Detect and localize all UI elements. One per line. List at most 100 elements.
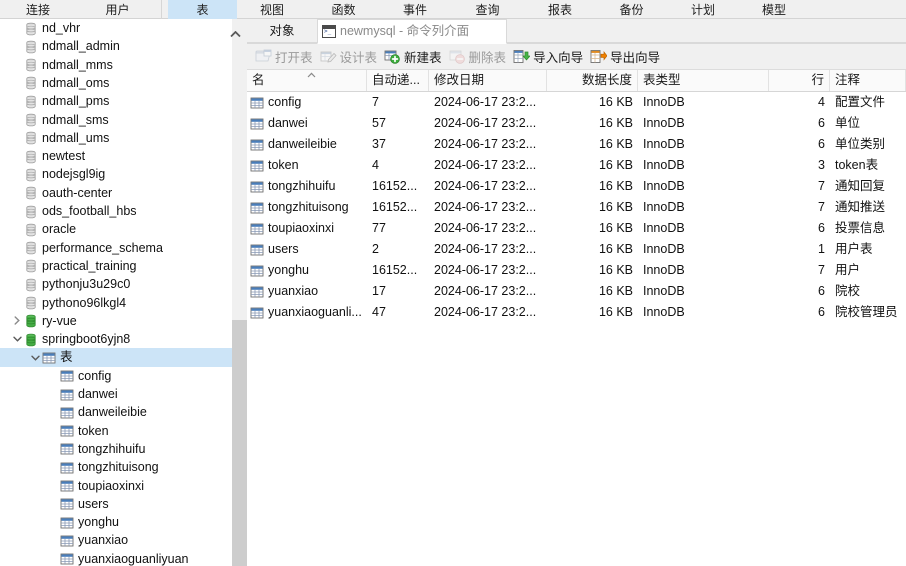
ribbon-tab-query[interactable]: 查询 [450, 0, 525, 19]
ribbon-tab-model[interactable]: 模型 [738, 0, 810, 19]
cell-modified-date: 2024-06-17 23:2... [434, 95, 537, 109]
tree-item-oauth-center[interactable]: oauth-center [0, 184, 232, 202]
open-table-button[interactable]: 打开表 [253, 46, 318, 68]
delete-table-icon [449, 49, 466, 64]
column-header-modified-date[interactable]: 修改日期 [429, 70, 547, 91]
tree-item-danwei[interactable]: danwei [0, 385, 232, 403]
table-row[interactable]: danweileibie 37 2024-06-17 23:2... 16 KB Inn… [247, 134, 906, 155]
chevron-down-icon[interactable] [28, 348, 42, 366]
table-row[interactable]: config 7 2024-06-17 23:2... 16 KB InnoDB 4 配置文… [247, 92, 906, 113]
cell-comment: 通知推送 [835, 200, 886, 214]
tree-item-nd_vhr[interactable]: nd_vhr [0, 19, 232, 37]
ribbon-tab-table[interactable]: 表 [168, 0, 237, 19]
tree-item-nodejsgl9ig[interactable]: nodejsgl9ig [0, 165, 232, 183]
tree-item-config[interactable]: config [0, 367, 232, 385]
table-row[interactable]: token 4 2024-06-17 23:2... 16 KB InnoDB 3 toke… [247, 155, 906, 176]
design-table-button[interactable]: 设计表 [318, 46, 383, 68]
tree-item-ndmall_oms[interactable]: ndmall_oms [0, 74, 232, 92]
column-header-data-length[interactable]: 数据长度 [547, 70, 638, 91]
tree-item-danweileibie[interactable]: danweileibie [0, 403, 232, 421]
database-icon [24, 168, 38, 182]
tab-object[interactable]: 对象 [251, 19, 313, 44]
tree-item-yuanxiao[interactable]: yuanxiao [0, 531, 232, 549]
cell-comment: 用户 [835, 263, 861, 277]
tree-item-ndmall_ums[interactable]: ndmall_ums [0, 129, 232, 147]
tree-item-newtest[interactable]: newtest [0, 147, 232, 165]
cell-auto-increment: 57 [372, 116, 386, 130]
tree-item-performance_schema[interactable]: performance_schema [0, 239, 232, 257]
column-header-table-type[interactable]: 表类型 [638, 70, 769, 91]
tree-item-label: ndmall_sms [42, 112, 109, 127]
new-table-label: 新建表 [404, 51, 442, 65]
database-tree-sidebar[interactable]: nd_vhr ndmall_admin ndmall_mms ndmall_oms nd… [0, 19, 232, 566]
tree-item-users[interactable]: users [0, 495, 232, 513]
table-grid-body[interactable]: config 7 2024-06-17 23:2... 16 KB InnoDB 4 配置文… [247, 92, 906, 566]
ribbon-tab-label: 函数 [331, 2, 356, 17]
tree-item-pythono96lkgl4[interactable]: pythono96lkgl4 [0, 294, 232, 312]
table-row[interactable]: toupiaoxinxi 77 2024-06-17 23:2... 16 KB Inn… [247, 218, 906, 239]
table-row[interactable]: yuanxiaoguanli... 47 2024-06-17 23:2... 16 … [247, 302, 906, 323]
tree-item-ndmall_sms[interactable]: ndmall_sms [0, 111, 232, 129]
cell-auto-increment: 4 [372, 158, 379, 172]
tree-item-ndmall_mms[interactable]: ndmall_mms [0, 56, 232, 74]
tree-item-tables[interactable]: 表 [0, 348, 232, 367]
column-header-name[interactable]: 名 [247, 70, 367, 91]
tree-item-yonghu[interactable]: yonghu [0, 513, 232, 531]
cell-auto-increment: 47 [372, 305, 386, 319]
column-header-auto-increment[interactable]: 自动递... [367, 70, 429, 91]
delete-table-button[interactable]: 删除表 [447, 46, 512, 68]
cell-rows: 7 [818, 179, 825, 193]
table-icon [42, 351, 56, 365]
tree-item-ry-vue[interactable]: ry-vue [0, 312, 232, 330]
ribbon-tab-user[interactable]: 用户 [76, 0, 159, 19]
ribbon-tab-event[interactable]: 事件 [380, 0, 450, 19]
chevron-right-icon[interactable] [10, 312, 24, 330]
export-wizard-button[interactable]: 导出向导 [588, 46, 665, 68]
cell-comment: 用户表 [835, 242, 873, 256]
table-row[interactable]: tongzhituisong 16152... 2024-06-17 23:2...… [247, 197, 906, 218]
sidebar-scrollbar-thumb[interactable] [232, 320, 247, 566]
ribbon-tab-plan[interactable]: 计划 [668, 0, 738, 19]
tree-item-label: 表 [60, 350, 73, 365]
tree-item-token[interactable]: token [0, 422, 232, 440]
tree-item-tongzhituisong[interactable]: tongzhituisong [0, 458, 232, 476]
table-row[interactable]: danwei 57 2024-06-17 23:2... 16 KB InnoDB 6 单位 [247, 113, 906, 134]
new-table-button[interactable]: 新建表 [382, 46, 447, 68]
import-wizard-button[interactable]: 导入向导 [511, 46, 588, 68]
collapse-chevron-icon[interactable] [228, 28, 242, 40]
tree-item-ods_football_hbs[interactable]: ods_football_hbs [0, 202, 232, 220]
tree-item-toupiaoxinxi[interactable]: toupiaoxinxi [0, 477, 232, 495]
sidebar-vertical-scrollbar[interactable] [232, 19, 247, 566]
cell-modified-date: 2024-06-17 23:2... [434, 305, 537, 319]
column-header-comment[interactable]: 注释 [830, 70, 906, 91]
tree-item-ndmall_admin[interactable]: ndmall_admin [0, 37, 232, 55]
ribbon-tab-connection[interactable]: 连接 [0, 0, 76, 19]
ribbon-tab-report[interactable]: 报表 [525, 0, 595, 19]
tree-item-tongzhihuifu[interactable]: tongzhihuifu [0, 440, 232, 458]
tree-item-ndmall_pms[interactable]: ndmall_pms [0, 92, 232, 110]
column-header-rows[interactable]: 行 [769, 70, 830, 91]
database-connected-icon [24, 314, 38, 328]
cell-rows: 4 [818, 95, 825, 109]
table-action-toolbar: 打开表 设计表 新建表 删除表 导入向导 导出向导 [247, 44, 906, 70]
tree-item-yuanxiaoguanliyuan[interactable]: yuanxiaoguanliyuan [0, 550, 232, 566]
table-row[interactable]: yuanxiao 17 2024-06-17 23:2... 16 KB InnoDB 6… [247, 281, 906, 302]
tree-item-springboot6yjn8[interactable]: springboot6yjn8 [0, 330, 232, 348]
tree-item-practical_training[interactable]: practical_training [0, 257, 232, 275]
ribbon-tab-view[interactable]: 视图 [237, 0, 307, 19]
chevron-down-icon[interactable] [10, 330, 24, 348]
tree-item-oracle[interactable]: oracle [0, 220, 232, 238]
ribbon-tab-function[interactable]: 函数 [307, 0, 380, 19]
tab-command-line-interface[interactable]: newmysql - 命令列介面 [317, 19, 507, 44]
table-row[interactable]: yonghu 16152... 2024-06-17 23:2... 16 KB Inn… [247, 260, 906, 281]
table-row[interactable]: tongzhihuifu 16152... 2024-06-17 23:2... 16… [247, 176, 906, 197]
cell-name: yuanxiaoguanli... [268, 305, 362, 319]
tree-item-label: danwei [78, 387, 118, 401]
ribbon-tab-label: 用户 [105, 2, 130, 17]
database-icon [24, 95, 38, 109]
ribbon-tab-backup[interactable]: 备份 [595, 0, 668, 19]
table-row[interactable]: users 2 2024-06-17 23:2... 16 KB InnoDB 1 用户表 [247, 239, 906, 260]
column-header-label: 修改日期 [434, 73, 485, 87]
tree-item-pythonju3u29c0[interactable]: pythonju3u29c0 [0, 275, 232, 293]
import-wizard-icon [513, 49, 531, 64]
